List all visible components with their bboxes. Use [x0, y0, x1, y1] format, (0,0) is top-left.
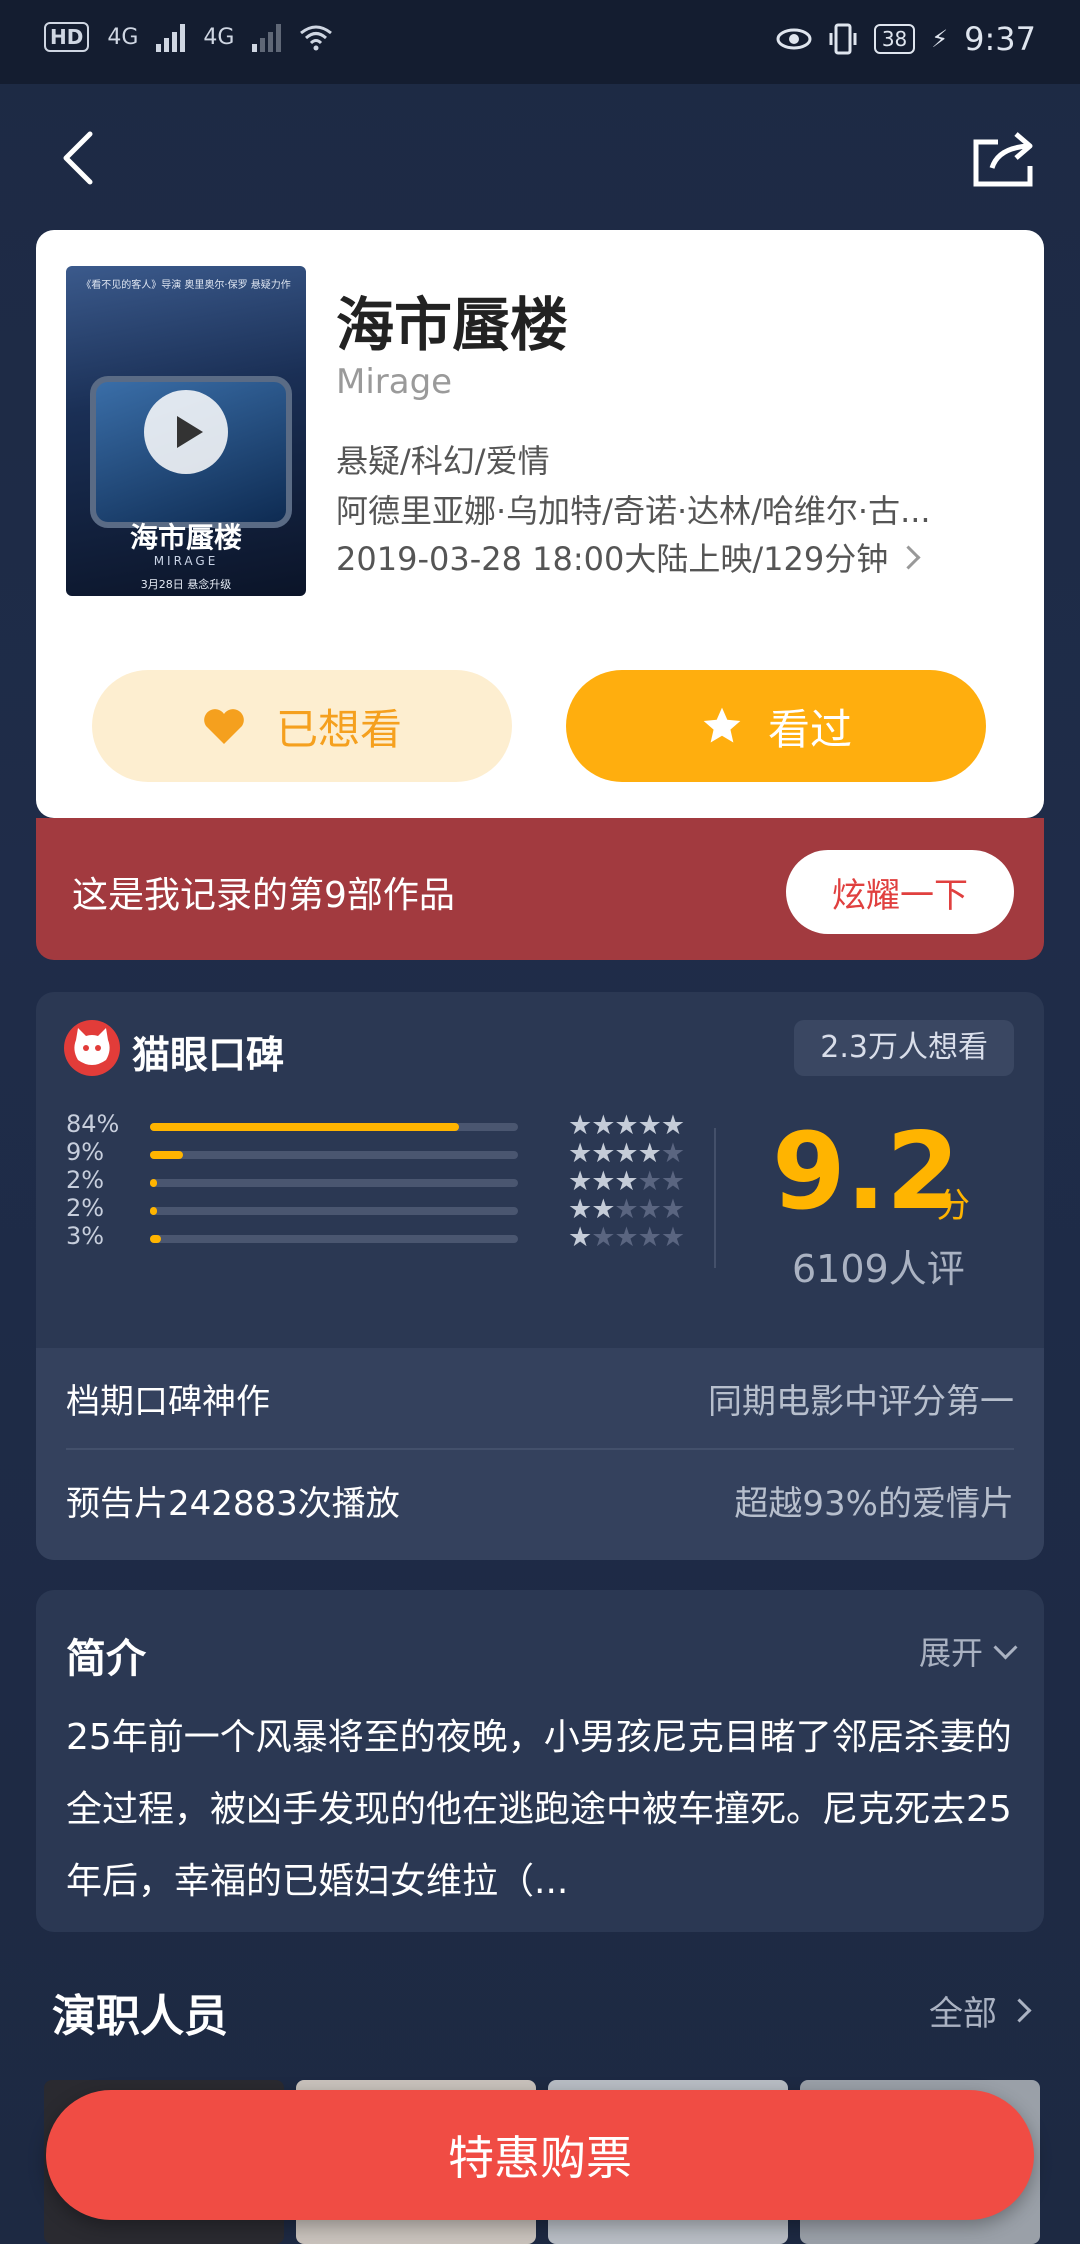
rating-score: 9.2: [772, 1110, 960, 1233]
distribution-fill: [150, 1207, 158, 1215]
score-unit: 分: [936, 1186, 970, 1226]
record-text: 这是我记录的第9部作品: [72, 875, 455, 916]
movie-poster[interactable]: 《看不见的客人》导演 奥里奥尔·保罗 悬疑力作 海市蜃楼 MIRAGE 3月28…: [66, 266, 306, 596]
distribution-pct: 3%: [66, 1222, 105, 1250]
chevron-down-icon: [993, 1634, 1018, 1660]
charging-icon: ⚡: [931, 25, 949, 53]
want-count-badge: 2.3万人想看: [794, 1020, 1014, 1076]
star-rating-icon: ★★★★★: [568, 1194, 685, 1225]
vibrate-icon: [829, 23, 857, 55]
signal-icon-2: [252, 22, 282, 52]
expand-label: 展开: [918, 1634, 983, 1672]
rating-title: 猫眼口碑: [132, 1033, 285, 1077]
poster-title: 海市蜃楼: [129, 521, 242, 554]
star-icon: [703, 707, 741, 743]
clock: 9:37: [964, 20, 1036, 58]
cast-view-all[interactable]: 全部: [929, 1986, 1032, 2035]
synopsis-text: 25年前一个风暴将至的夜晚，小男孩尼克目睹了邻居杀妻的全过程，被凶手发现的他在逃…: [66, 1717, 1012, 1902]
synopsis-title: 简介: [66, 1636, 146, 1682]
distribution-fill: [150, 1123, 460, 1131]
star-rating-icon: ★★★★★: [568, 1138, 685, 1169]
movie-info-card: 《看不见的客人》导演 奥里奥尔·保罗 悬疑力作 海市蜃楼 MIRAGE 3月28…: [36, 230, 1044, 818]
rating-card: 猫眼口碑 2.3万人想看 84% ★★★★★ 9% ★★★★★ 2% ★★★★★…: [36, 992, 1044, 1560]
highlight-label: 预告片242883次播放: [66, 1483, 400, 1524]
release-text: 2019-03-28 18:00大陆上映/129分钟: [336, 540, 889, 578]
show-off-button[interactable]: 炫耀一下: [786, 850, 1014, 934]
play-icon[interactable]: [144, 390, 228, 474]
synopsis-card: 简介 展开 25年前一个风暴将至的夜晚，小男孩尼克目睹了邻居杀妻的全过程，被凶手…: [36, 1590, 1044, 1932]
poster-subtitle: MIRAGE: [153, 554, 219, 568]
network-label-2: 4G: [203, 24, 235, 50]
highlight-row[interactable]: 预告片242883次播放 超越93%的爱情片: [66, 1450, 1014, 1550]
movie-genres: 悬疑/科幻/爱情: [336, 442, 550, 480]
distribution-bar: [150, 1179, 518, 1187]
highlight-value: 超越93%的爱情片: [734, 1483, 1014, 1524]
cast-section-title: 演职人员: [52, 1991, 228, 2042]
highlight-label: 档期口碑神作: [66, 1381, 270, 1422]
status-left: HD 4G 4G: [44, 22, 333, 52]
poster-date: 3月28日 悬念升级: [140, 578, 232, 591]
distribution-bar: [150, 1207, 518, 1215]
star-rating-icon: ★★★★★: [568, 1166, 685, 1197]
star-rating-icon: ★★★★★: [568, 1222, 685, 1253]
star-rating-icon: ★★★★★: [568, 1110, 685, 1141]
status-bar: HD 4G 4G 38 ⚡ 9:37: [0, 0, 1080, 84]
distribution-fill: [150, 1179, 158, 1187]
maoyan-cat-icon: [64, 1020, 120, 1076]
record-banner: 这是我记录的第9部作品 炫耀一下: [36, 818, 1044, 960]
network-label: 4G: [107, 24, 139, 50]
movie-title: 海市蜃楼: [336, 291, 569, 359]
view-all-label: 全部: [929, 1994, 997, 2034]
distribution-fill: [150, 1235, 162, 1243]
distribution-bar: [150, 1123, 518, 1131]
buy-ticket-button[interactable]: 特惠购票: [46, 2090, 1034, 2220]
movie-cast: 阿德里亚娜·乌加特/奇诺·达林/哈维尔·古...: [336, 492, 931, 530]
distribution-bar: [150, 1235, 518, 1243]
rating-distribution-row: 3% ★★★★★: [66, 1218, 685, 1258]
distribution-bar: [150, 1151, 518, 1159]
highlight-value: 同期电影中评分第一: [708, 1381, 1014, 1422]
battery-icon: 38: [873, 24, 916, 54]
want-label: 已想看: [275, 704, 402, 754]
back-icon[interactable]: [52, 128, 112, 188]
movie-english-title: Mirage: [336, 362, 453, 402]
distribution-fill: [150, 1151, 184, 1159]
share-icon[interactable]: [970, 130, 1036, 190]
poster-tagline: 《看不见的客人》导演 奥里奥尔·保罗 悬疑力作: [81, 280, 291, 291]
rating-highlights: 档期口碑神作 同期电影中评分第一 预告片242883次播放 超越93%的爱情片: [36, 1348, 1044, 1560]
heart-icon: [204, 709, 244, 744]
signal-icon: [156, 22, 186, 52]
movie-release-info[interactable]: 2019-03-28 18:00大陆上映/129分钟: [336, 534, 921, 580]
divider: [714, 1128, 716, 1268]
chevron-right-icon: [1007, 1998, 1032, 2023]
wifi-icon: [300, 25, 333, 51]
highlight-row[interactable]: 档期口碑神作 同期电影中评分第一: [66, 1348, 1014, 1448]
expand-button[interactable]: 展开: [918, 1628, 1018, 1674]
seen-label: 看过: [767, 704, 852, 754]
top-nav: [0, 84, 1080, 234]
chevron-right-icon: [896, 544, 921, 570]
eye-icon: [776, 28, 812, 50]
hd-icon: HD: [44, 22, 90, 52]
want-to-see-button[interactable]: 已想看: [92, 670, 512, 782]
seen-button[interactable]: 看过: [566, 670, 986, 782]
rater-count: 6109人评: [792, 1247, 965, 1291]
status-right: 38 ⚡ 9:37: [776, 20, 1036, 58]
